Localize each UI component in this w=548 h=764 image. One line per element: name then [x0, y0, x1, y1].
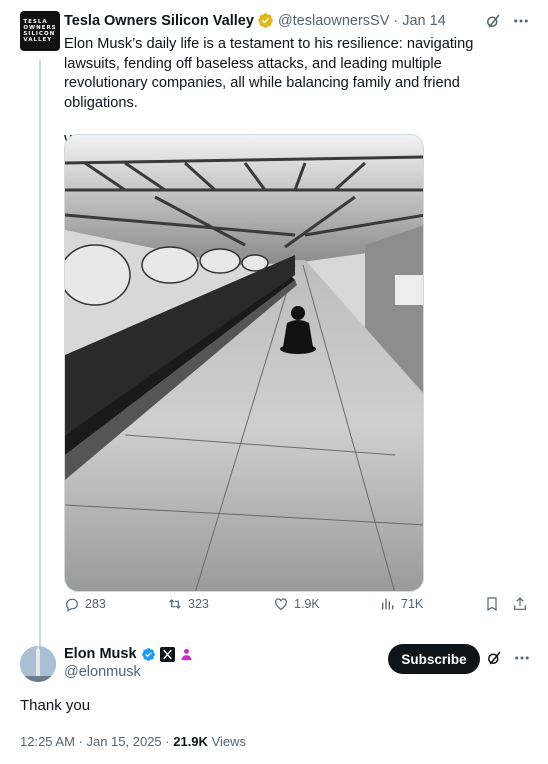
tweet-date[interactable]: Jan 14 — [402, 13, 446, 29]
reply-button[interactable]: 283 — [64, 596, 106, 612]
affiliate-person-icon — [181, 648, 192, 660]
x-badge-icon[interactable] — [159, 646, 175, 662]
display-name[interactable]: Tesla Owners Silicon Valley — [64, 13, 254, 29]
subscribe-button[interactable]: Subscribe — [388, 644, 480, 674]
reply-count: 283 — [85, 597, 106, 611]
tweet-header: Tesla Owners Silicon Valley @teslaowners… — [64, 12, 446, 29]
verified-gold-icon — [258, 13, 273, 28]
share-icon — [514, 597, 526, 610]
tweet2-text: Thank you — [20, 697, 91, 714]
factory-photo-illustration — [65, 135, 423, 591]
retweet-count: 323 — [188, 597, 209, 611]
more-icon[interactable] — [513, 649, 531, 667]
tweet-paragraph-1: Elon Musk’s daily life is a testament to… — [64, 36, 474, 111]
tweet-top-actions — [484, 12, 530, 30]
tweet2-meta: 12:25 AM · Jan 15, 2025 · 21.9K Views — [20, 734, 246, 749]
views-count: 71K — [401, 597, 424, 611]
tweet2-views-label: Views — [211, 734, 247, 749]
views-icon — [382, 598, 394, 610]
reply-icon — [66, 598, 78, 612]
like-icon — [275, 598, 287, 611]
more-icon[interactable] — [512, 12, 530, 30]
thread-connector-line — [39, 60, 41, 650]
avatar-logo-text: TESLA OWNERS SILICON VALLEY — [23, 19, 57, 43]
tweet2-timestamp[interactable]: 12:25 AM · Jan 15, 2025 · — [20, 734, 170, 749]
share-button[interactable] — [512, 596, 528, 612]
verified-blue-icon — [141, 647, 155, 661]
like-count: 1.9K — [294, 597, 320, 611]
bookmark-button[interactable] — [484, 596, 500, 612]
rocket-avatar-image — [20, 646, 56, 682]
like-button[interactable]: 1.9K — [273, 596, 320, 612]
bookmark-icon — [487, 597, 497, 612]
views-button[interactable]: 71K — [380, 596, 423, 612]
retweet-button[interactable]: 323 — [167, 596, 209, 612]
handle[interactable]: @teslaownersSV — [278, 13, 389, 29]
display-name-elon[interactable]: Elon Musk — [64, 646, 137, 662]
avatar-tesla-owners[interactable]: TESLA OWNERS SILICON VALLEY — [20, 11, 60, 51]
separator-dot: · — [393, 12, 399, 29]
tweet2-name-row: Elon Musk — [64, 646, 194, 662]
avatar-elon-musk[interactable] — [20, 646, 56, 682]
grok-icon[interactable] — [484, 12, 502, 30]
retweet-icon — [169, 599, 181, 609]
handle-elon[interactable]: @elonmusk — [64, 664, 141, 680]
tweet2-views-count: 21.9K — [173, 734, 208, 749]
tweet2-top-actions — [485, 649, 531, 667]
tweet-photo[interactable] — [64, 134, 424, 592]
grok-icon[interactable] — [485, 649, 503, 667]
